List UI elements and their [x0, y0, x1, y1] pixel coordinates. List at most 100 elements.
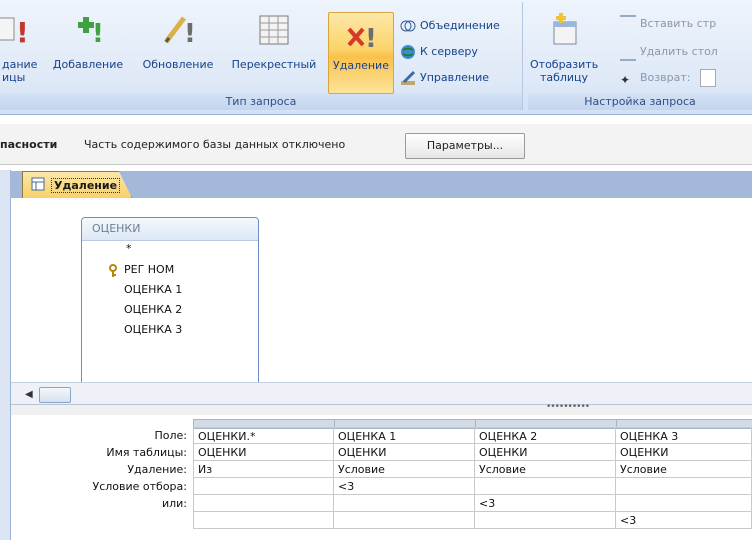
builder-wand-icon: ✦: [620, 73, 631, 87]
grid-cell-or[interactable]: [616, 495, 752, 512]
svg-text:!: !: [184, 19, 196, 48]
union-icon: [400, 20, 416, 32]
field-list-item[interactable]: ОЦЕНКА 2: [124, 303, 182, 316]
row-label-table: Имя таблицы:: [106, 446, 187, 459]
grid-columns: ОЦЕНКИ.* ОЦЕНКИ Из ОЦЕНКА 1 ОЦЕНКИ Услов…: [193, 415, 752, 540]
make-table-label-2: ицы: [2, 71, 26, 84]
grid-cell-table[interactable]: ОЦЕНКИ: [334, 444, 475, 461]
grid-cell-delete[interactable]: Условие: [475, 461, 616, 478]
group-query-setup-label: Настройка запроса: [528, 94, 752, 110]
ribbon: ! дание ицы ! Добавление ! Обновление Пе…: [0, 0, 752, 115]
delete-rows-icon: [620, 43, 636, 61]
insert-rows-icon: [620, 15, 636, 33]
svg-text:!: !: [365, 24, 377, 53]
return-input[interactable]: [699, 69, 716, 87]
options-button[interactable]: Параметры...: [405, 133, 525, 159]
pencil-ruler-icon: [401, 70, 416, 85]
append-label: Добавление: [52, 58, 124, 71]
document-tab-strip: Удаление: [10, 171, 752, 198]
grid-cell-table[interactable]: ОЦЕНКИ: [475, 444, 616, 461]
grid-cell-or[interactable]: <3: [475, 495, 616, 512]
grid-cell-field[interactable]: ОЦЕНКА 1: [334, 427, 475, 444]
show-table-icon: [553, 13, 577, 45]
insert-rows-button[interactable]: Вставить стр: [620, 14, 716, 34]
security-warning-title: пасности: [0, 138, 58, 151]
show-table-label-2: таблицу: [539, 71, 589, 84]
table-field-list[interactable]: ОЦЕНКИ * РЕГ НОМ ОЦЕНКА 1 ОЦЕНКА 2 ОЦЕНК…: [81, 217, 259, 391]
grid-cell-field[interactable]: ОЦЕНКА 3: [616, 427, 752, 444]
grid-row-labels: Поле: Имя таблицы: Удаление: Условие отб…: [11, 415, 193, 540]
grid-cell-table[interactable]: ОЦЕНКИ: [616, 444, 752, 461]
grid-cell-delete[interactable]: Условие: [334, 461, 475, 478]
field-list-item[interactable]: *: [126, 242, 132, 255]
show-table-label: Отобразить: [530, 58, 599, 71]
security-message-bar: пасности Часть содержимого базы данных о…: [0, 124, 752, 165]
query-icon: [31, 177, 45, 191]
make-table-button[interactable]: ! дание ицы: [0, 4, 40, 90]
grid-cell-or[interactable]: [334, 495, 475, 512]
return-label: Возврат:: [640, 71, 691, 84]
update-button[interactable]: ! Обновление: [132, 4, 224, 90]
security-warning-text: Часть содержимого базы данных отключено: [84, 138, 346, 151]
svg-text:!: !: [92, 19, 104, 48]
crosstab-grid-icon: [259, 15, 289, 45]
table-field-list-title: ОЦЕНКИ: [82, 218, 258, 241]
make-table-label: дание: [2, 58, 38, 71]
row-label-or: или:: [161, 497, 187, 510]
delete-query-label: Удаление: [333, 59, 389, 72]
data-definition-label: Управление: [420, 71, 490, 84]
grid-cell-criteria[interactable]: [616, 478, 752, 495]
navigation-pane-edge[interactable]: [0, 170, 11, 540]
grid-cell-extra[interactable]: [334, 512, 475, 529]
query-design-grid: Поле: Имя таблицы: Удаление: Условие отб…: [11, 415, 752, 540]
union-label: Объединение: [420, 19, 500, 32]
union-button[interactable]: Объединение: [400, 16, 500, 36]
data-definition-button[interactable]: Управление: [400, 68, 489, 88]
grid-cell-table[interactable]: ОЦЕНКИ: [193, 444, 334, 461]
scroll-thumb[interactable]: [39, 387, 71, 403]
field-list-item[interactable]: ОЦЕНКА 3: [124, 323, 182, 336]
grid-cell-criteria[interactable]: [475, 478, 616, 495]
append-button[interactable]: ! Добавление: [46, 4, 130, 90]
return-control[interactable]: ✦ Возврат:: [620, 68, 716, 88]
delete-query-button[interactable]: ! Удаление: [328, 12, 394, 94]
group-query-setup: Отобразить таблицу Вставить стр Удалить …: [528, 2, 752, 110]
insert-rows-label: Вставить стр: [640, 17, 717, 30]
crosstab-label: Перекрестный: [231, 58, 317, 71]
delete-rows-button[interactable]: Удалить стол: [620, 42, 718, 62]
update-pencil-icon: !: [164, 16, 196, 48]
grid-cell-delete[interactable]: Из: [193, 461, 334, 478]
group-query-type-label: Тип запроса: [0, 94, 522, 110]
svg-text:!: !: [16, 16, 29, 48]
scroll-left-arrow-icon[interactable]: ◀: [25, 389, 33, 400]
make-table-icon: !: [0, 16, 29, 48]
globe-icon: [401, 45, 415, 59]
primary-key-icon: [109, 264, 117, 277]
grid-cell-delete[interactable]: Условие: [616, 461, 752, 478]
splitter-grip-icon: ••••••••••: [546, 402, 590, 412]
field-list-item[interactable]: ОЦЕНКА 1: [124, 283, 182, 296]
crosstab-button[interactable]: Перекрестный: [226, 4, 322, 90]
grid-cell-or[interactable]: [193, 495, 334, 512]
grid-cell-criteria[interactable]: [193, 478, 334, 495]
grid-cell-field[interactable]: ОЦЕНКИ.*: [193, 427, 334, 444]
grid-cell-field[interactable]: ОЦЕНКА 2: [475, 427, 616, 444]
pass-through-button[interactable]: К серверу: [400, 42, 478, 62]
show-table-button[interactable]: Отобразить таблицу: [530, 4, 598, 90]
design-horizontal-scrollbar[interactable]: ◀: [11, 382, 752, 405]
update-label: Обновление: [142, 58, 214, 71]
delete-rows-label: Удалить стол: [640, 45, 718, 58]
grid-cell-extra[interactable]: [475, 512, 616, 529]
tab-delete-query-label: Удаление: [51, 178, 121, 193]
delete-query-icon: !: [347, 24, 377, 53]
row-label-criteria: Условие отбора:: [92, 480, 188, 493]
grid-cell-extra[interactable]: [193, 512, 334, 529]
group-query-type: ! дание ицы ! Добавление ! Обновление Пе…: [0, 2, 523, 110]
grid-cell-extra[interactable]: <3: [616, 512, 752, 529]
grid-cell-criteria[interactable]: <3: [334, 478, 475, 495]
row-label-field: Поле:: [154, 429, 187, 442]
pass-through-label: К серверу: [420, 45, 478, 58]
tab-delete-query[interactable]: Удаление: [22, 171, 132, 198]
append-icon: !: [78, 17, 104, 48]
field-list-item[interactable]: РЕГ НОМ: [124, 263, 174, 276]
